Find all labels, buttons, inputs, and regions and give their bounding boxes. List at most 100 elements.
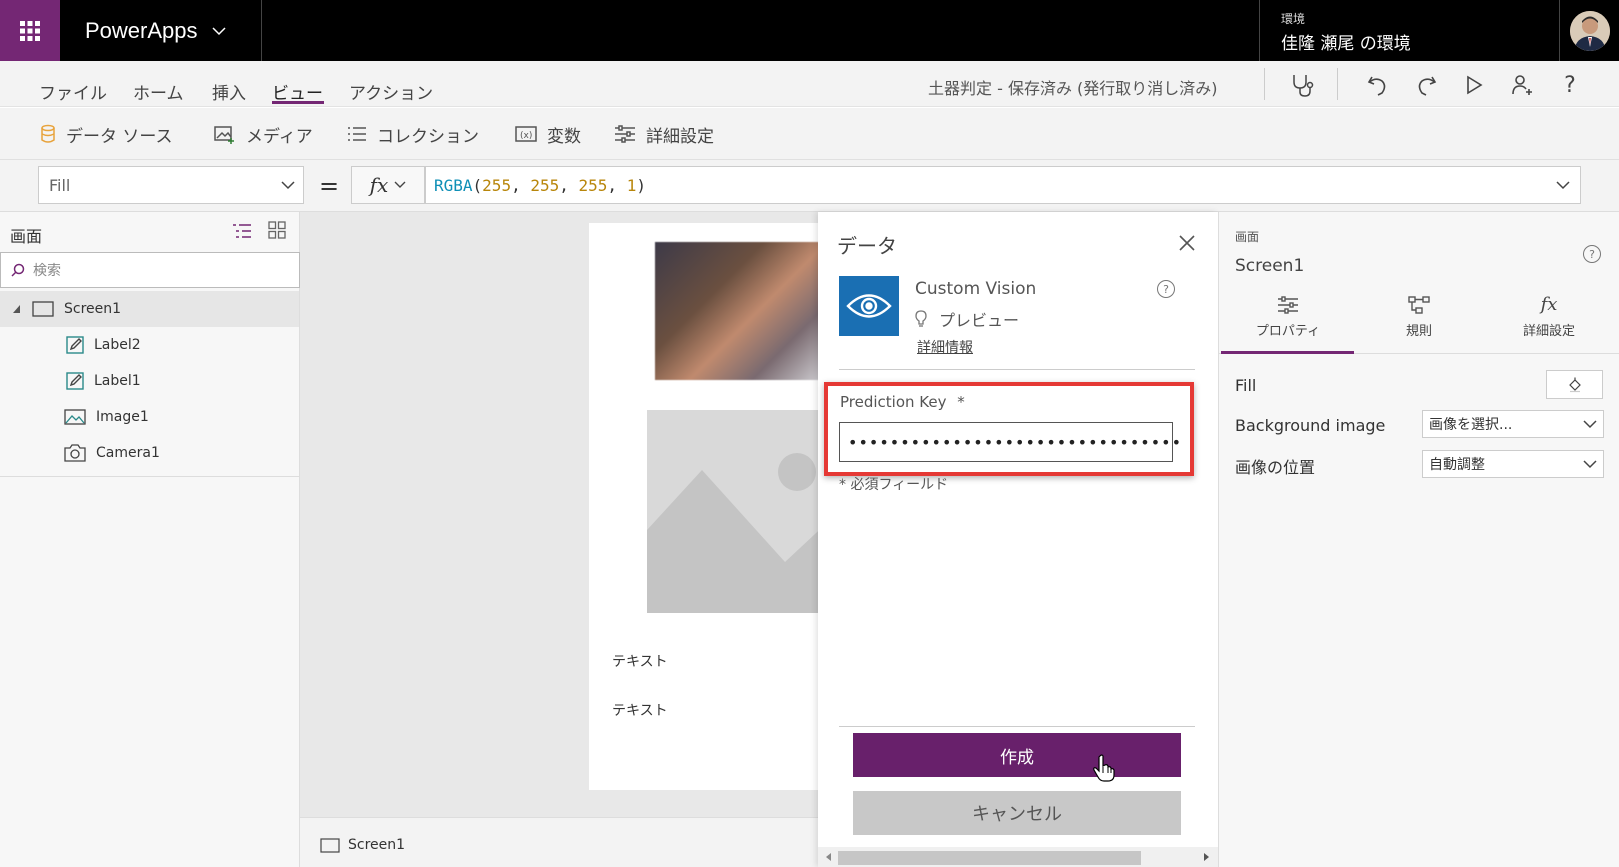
custom-vision-eye-icon [839, 276, 899, 336]
formula-comma: , [607, 175, 627, 195]
chevron-down-icon [394, 181, 406, 188]
formula-arg: 255 [578, 175, 608, 195]
ribbon-label: 詳細設定 [646, 126, 714, 147]
tree-list-view-icon[interactable] [232, 222, 252, 240]
variable-icon: (x) [515, 126, 537, 142]
camera1-control[interactable] [655, 242, 830, 380]
environment-label: 環境 [1281, 12, 1306, 26]
database-icon [41, 124, 55, 143]
image-icon [64, 409, 86, 425]
tree-grid-view-icon[interactable] [268, 221, 286, 239]
connector-help-icon[interactable]: ? [1157, 280, 1175, 298]
app-title: PowerApps [85, 18, 198, 43]
more-info-link[interactable]: 詳細情報 [917, 337, 973, 357]
image-position-value: 自動調整 [1429, 457, 1485, 473]
ribbon-media-button[interactable]: メディア [214, 121, 313, 147]
tree-search-input[interactable]: 検索 [0, 252, 300, 288]
app-title-menu[interactable]: PowerApps [85, 18, 226, 44]
help-question-icon[interactable]: ? [1555, 70, 1585, 100]
tree-item-camera1[interactable]: Camera1 [64, 435, 160, 471]
data-panel-divider [839, 369, 1195, 370]
menu-home[interactable]: ホーム [133, 79, 184, 104]
app-launcher-waffle-icon[interactable] [0, 0, 60, 61]
tree-item-label1[interactable]: Label1 [66, 363, 141, 399]
formula-paren: ( [472, 175, 483, 195]
screen-icon [320, 837, 340, 853]
tree-item-label: Label1 [94, 373, 141, 389]
property-value: Fill [49, 175, 71, 195]
background-image-dropdown[interactable]: 画像を選択... [1422, 410, 1604, 438]
image1-placeholder[interactable] [647, 410, 830, 613]
expand-formula-chevron-icon[interactable] [1556, 180, 1570, 190]
avatar [1569, 10, 1610, 51]
data-panel-title: データ [837, 234, 897, 258]
settings-sliders-icon [615, 125, 635, 143]
screen-tab[interactable]: Screen1 [320, 837, 405, 853]
property-dropdown[interactable]: Fill [38, 166, 304, 204]
scroll-right-arrow-icon[interactable] [1203, 852, 1211, 862]
list-icon [348, 127, 366, 141]
tab-properties[interactable]: プロパティ [1243, 296, 1333, 339]
chevron-down-icon [1583, 420, 1597, 429]
camera-icon [64, 444, 86, 462]
ribbon-advanced-settings-button[interactable]: 詳細設定 [614, 121, 714, 147]
fx-icon: fx [369, 173, 389, 197]
tree-divider [0, 476, 299, 477]
tree-item-label2[interactable]: Label2 [66, 327, 141, 363]
menu-insert[interactable]: 挿入 [212, 79, 246, 104]
tab-rules[interactable]: 規則 [1374, 296, 1464, 339]
lightbulb-icon [915, 310, 927, 327]
undo-icon[interactable] [1363, 70, 1393, 100]
properties-section-label: 画面 [1235, 230, 1260, 244]
fx-icon: fx [1540, 294, 1558, 315]
selected-control-name: Screen1 [1235, 256, 1305, 276]
create-button[interactable]: 作成 [853, 733, 1181, 777]
app-checker-stethoscope-icon[interactable] [1287, 70, 1317, 100]
menu-file[interactable]: ファイル [39, 79, 107, 104]
formula-function: RGBA [434, 175, 473, 195]
rules-flow-icon [1408, 296, 1430, 314]
ribbon-data-sources-button[interactable]: データ ソース [40, 121, 173, 147]
svg-text:(x): (x) [520, 131, 532, 141]
active-menu-indicator [272, 101, 324, 104]
label1-control[interactable]: テキスト [612, 651, 668, 671]
account-button[interactable] [1559, 0, 1619, 61]
properties-help-icon[interactable]: ? [1583, 245, 1601, 263]
close-icon[interactable] [1176, 232, 1198, 254]
fill-color-picker[interactable] [1546, 370, 1603, 399]
tab-advanced[interactable]: fx 詳細設定 [1504, 294, 1594, 340]
formula-paren: ) [636, 175, 646, 195]
formula-input[interactable]: RGBA(255, 255, 255, 1) [425, 166, 1581, 204]
menu-action[interactable]: アクション [349, 79, 433, 104]
search-icon [11, 263, 25, 277]
screen-tab-label: Screen1 [348, 837, 406, 853]
tree-item-screen1[interactable]: Screen1 [12, 291, 121, 327]
image-position-dropdown[interactable]: 自動調整 [1422, 450, 1604, 478]
scrollbar-thumb[interactable] [838, 851, 1141, 865]
background-image-value: 画像を選択... [1429, 417, 1513, 433]
ribbon-label: コレクション [377, 126, 479, 147]
formula-comma: , [559, 175, 579, 195]
tree-item-image1[interactable]: Image1 [64, 399, 149, 435]
ribbon-collections-button[interactable]: コレクション [347, 121, 479, 147]
play-preview-icon[interactable] [1459, 70, 1489, 100]
search-placeholder: 検索 [33, 263, 61, 279]
redo-icon[interactable] [1411, 70, 1441, 100]
label-edit-icon [66, 336, 84, 354]
toolbar-divider [1264, 68, 1265, 100]
fx-function-button[interactable]: fx [351, 166, 425, 204]
toolbar-divider [1337, 68, 1338, 100]
tree-item-label: Image1 [96, 409, 149, 425]
share-user-icon[interactable] [1507, 70, 1537, 100]
prediction-key-label: Prediction Key * [840, 393, 965, 411]
cancel-button[interactable]: キャンセル [853, 791, 1181, 835]
tree-view-title: 画面 [10, 227, 43, 246]
collapse-triangle-icon[interactable] [12, 304, 22, 314]
label2-control[interactable]: テキスト [612, 700, 668, 720]
ribbon-label: データ ソース [66, 126, 173, 147]
prediction-key-input[interactable]: •••••••••••••••••••••••••••••••• [839, 422, 1181, 462]
settings-sliders-icon [1278, 296, 1298, 314]
scroll-left-arrow-icon[interactable] [824, 852, 832, 862]
chevron-down-icon [281, 181, 295, 190]
ribbon-variables-button[interactable]: (x) 変数 [515, 121, 581, 147]
